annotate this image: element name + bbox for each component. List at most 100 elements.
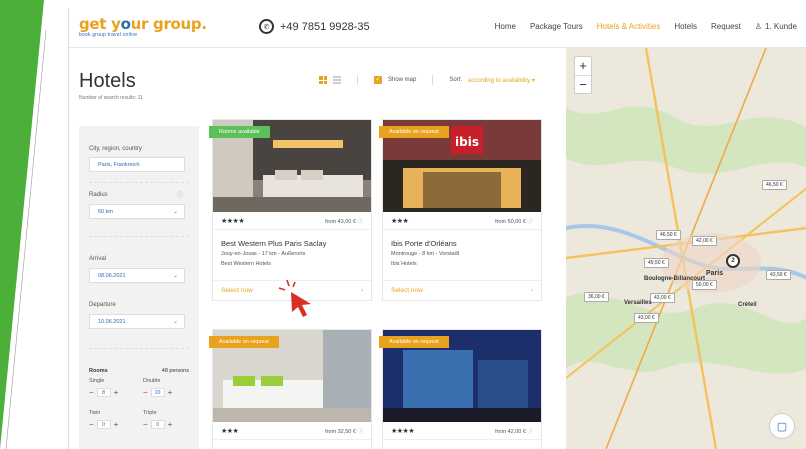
chevron-down-icon: ⌄ (172, 209, 178, 215)
info-icon: ⓘ (527, 218, 533, 225)
map-price-pin[interactable]: 36,00 € (584, 292, 609, 302)
main-nav: Home Package Tours Hotels & Activities H… (495, 22, 797, 31)
filter-divider (89, 182, 189, 183)
hotel-price: from 32,50 € ⓘ (325, 428, 363, 435)
map-price-pin[interactable]: 43,00 € (634, 313, 659, 323)
star-rating: ★★★ (391, 217, 409, 225)
nav-home[interactable]: Home (495, 22, 516, 31)
site-logo[interactable]: get your group. book group travel online (79, 15, 207, 38)
map-price-pin[interactable]: 46,50 € (656, 230, 681, 240)
info-icon: ⓘ (357, 428, 363, 435)
minus-icon[interactable]: − (89, 420, 94, 429)
double-room-stepper[interactable]: −20 + (143, 388, 172, 397)
filter-divider (89, 348, 189, 349)
chevron-down-icon: ⌄ (172, 319, 178, 325)
nav-request[interactable]: Request (711, 22, 741, 31)
city-input[interactable]: Paris, Frankreich (89, 157, 185, 172)
radius-select[interactable]: 50 km ⌄ (89, 204, 185, 219)
screenshot-stage: get your group. book group travel online… (0, 0, 806, 449)
zoom-in-button[interactable]: + (575, 57, 591, 75)
map-zoom-control: + − (574, 56, 592, 94)
radius-info-icon[interactable]: ⓘ (177, 190, 183, 199)
single-room-stepper[interactable]: −8 + (89, 388, 118, 397)
map-city-label: Boulogne-Billancourt (644, 276, 705, 282)
nav-package-tours[interactable]: Package Tours (530, 22, 583, 31)
show-map-checkbox[interactable]: ✓ (374, 76, 382, 84)
chevron-down-icon: ⌄ (172, 273, 178, 279)
info-icon: ⓘ (527, 428, 533, 435)
hotel-chain: Best Western Hotels (221, 261, 272, 267)
availability-badge: Rooms available (209, 126, 270, 138)
twin-room-stepper[interactable]: −0 + (89, 420, 118, 429)
hotel-name[interactable]: Best Western Plus Paris Saclay (221, 239, 326, 248)
page-title: Hotels (79, 70, 136, 92)
hotel-card[interactable]: Available on request ★★★★ from 42,00 € ⓘ (379, 329, 542, 449)
hotel-card[interactable]: Available on request ★★★ from 32,50 € ⓘ (209, 329, 372, 449)
zoom-out-button[interactable]: − (575, 75, 591, 93)
list-view-icon[interactable] (333, 76, 341, 84)
toolbar-divider (432, 75, 434, 85)
minus-icon[interactable]: − (89, 388, 94, 397)
chevron-right-icon: › (360, 287, 363, 294)
plus-icon[interactable]: + (168, 388, 173, 397)
hotel-rating-price: ★★★★ from 43,00 € ⓘ (213, 212, 371, 230)
map-city-label: Versailles (624, 300, 652, 306)
phone-icon: ✆ (259, 19, 274, 34)
chat-icon[interactable]: ▢ (769, 413, 795, 439)
nav-user[interactable]: ♙ 1. Kunde (755, 22, 797, 31)
browser-viewport: get your group. book group travel online… (68, 8, 806, 449)
map-price-pin[interactable]: 46,50 € (762, 180, 787, 190)
results-toolbar: ✓ Show map Sort: according to availabili… (319, 75, 535, 85)
departure-date-input[interactable]: 10.06.2021 ⌄ (89, 314, 185, 329)
rooms-header: Rooms 48 persons (89, 368, 189, 374)
map-city-label: Créteil (738, 302, 757, 308)
hotel-price: from 50,00 € ⓘ (495, 218, 533, 225)
sort-label: Sort: (449, 77, 463, 83)
minus-icon[interactable]: − (143, 388, 148, 397)
minus-icon[interactable]: − (143, 420, 148, 429)
radius-label: Radius (89, 192, 108, 198)
hotel-rating-price: ★★★★ from 42,00 € ⓘ (383, 422, 541, 440)
map-cluster-marker[interactable]: 2 (726, 254, 740, 268)
map-price-pin[interactable]: 42,00 € (692, 236, 717, 246)
hotel-price: from 43,00 € ⓘ (325, 218, 363, 225)
double-label: Double (143, 378, 161, 384)
phone-number[interactable]: ✆ +49 7851 9928-35 (259, 19, 370, 34)
hotel-price: from 42,00 € ⓘ (495, 428, 533, 435)
hotel-card[interactable]: ibis Available on request ★★★ from 50,00… (379, 119, 542, 301)
triple-room-stepper[interactable]: −0 + (143, 420, 172, 429)
map-price-pin[interactable]: 43,00 € (650, 293, 675, 303)
availability-badge: Available on request (379, 126, 449, 138)
hotel-rating-price: ★★★ from 32,50 € ⓘ (213, 422, 371, 440)
hotel-rating-price: ★★★ from 50,00 € ⓘ (383, 212, 541, 230)
map-price-pin[interactable]: 49,50 € (644, 258, 669, 268)
city-label: City, region, country (89, 146, 142, 152)
triple-label: Triple (143, 410, 157, 416)
plus-icon[interactable]: + (114, 420, 119, 429)
search-results-count: Number of search results: 11 (79, 95, 143, 101)
select-now-button[interactable]: Select now › (383, 280, 541, 300)
hotel-card[interactable]: Rooms available ★★★★ from 43,00 € ⓘ Best… (209, 119, 372, 301)
nav-hotels-activities[interactable]: Hotels & Activities (597, 22, 661, 31)
nav-hotels[interactable]: Hotels (674, 22, 697, 31)
plus-icon[interactable]: + (114, 388, 119, 397)
hotel-map[interactable]: + − 46,50 € 46,50 € 42,00 € 49,50 € 43,5… (566, 48, 806, 449)
plus-icon[interactable]: + (168, 420, 173, 429)
hotel-location: Jouy-en-Josas - 17 km - Außerorts (221, 251, 306, 257)
hotel-chain: Ibis Hotels (391, 261, 417, 267)
arrival-date-input[interactable]: 08.06.2021 ⌄ (89, 268, 185, 283)
toolbar-divider (357, 75, 358, 85)
grid-view-icon[interactable] (319, 76, 327, 84)
svg-text:ibis: ibis (455, 135, 479, 149)
chevron-right-icon: › (530, 287, 533, 294)
arrival-label: Arrival (89, 256, 107, 262)
twin-label: Twin (89, 410, 101, 416)
map-price-pin[interactable]: 43,50 € (766, 270, 791, 280)
map-city-label: Paris (706, 270, 724, 277)
hotel-name[interactable]: Ibis Porte d'Orléans (391, 239, 457, 248)
site-header: get your group. book group travel online… (69, 8, 806, 48)
single-label: Single (89, 378, 105, 384)
hotel-location: Montrouge - 8 km - Vorstadt (391, 251, 460, 257)
star-rating: ★★★★ (221, 217, 245, 225)
sort-dropdown[interactable]: according to availability ▾ (468, 77, 535, 84)
